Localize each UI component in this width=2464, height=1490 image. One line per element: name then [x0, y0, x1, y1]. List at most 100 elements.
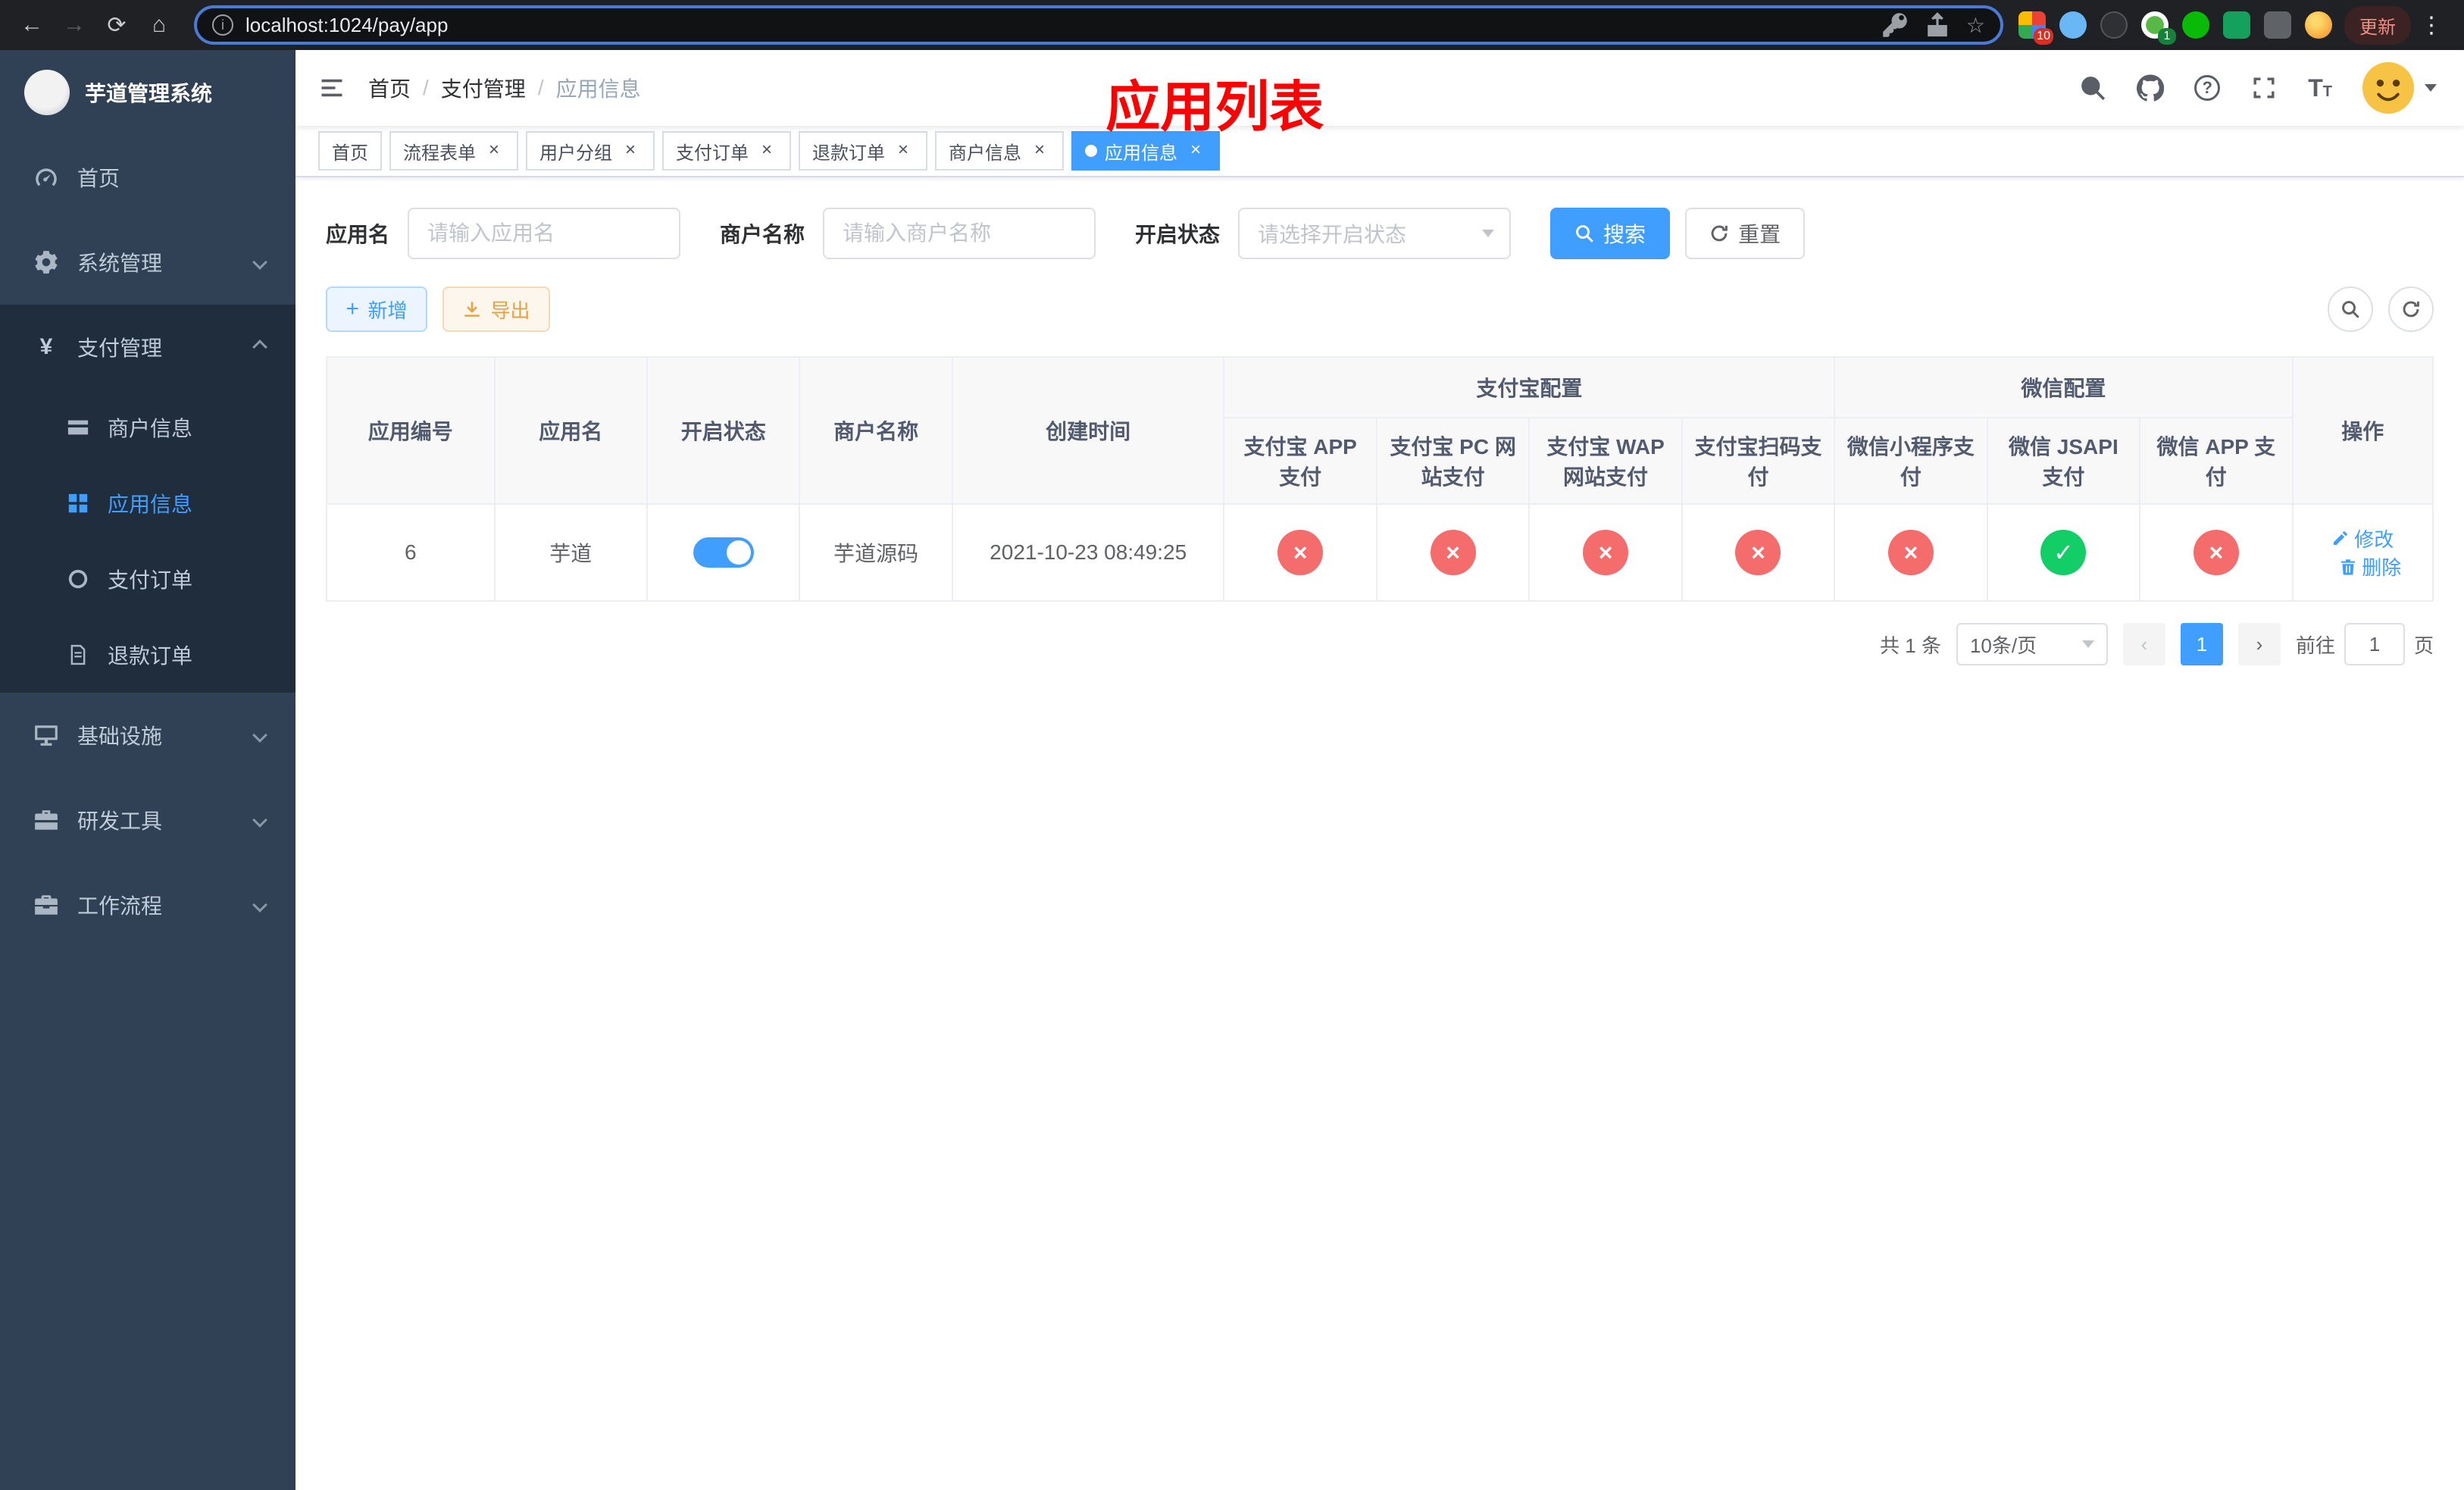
- add-button[interactable]: 新增: [326, 286, 427, 332]
- top-navbar: 首页 / 支付管理 / 应用信息 ? TT: [295, 50, 2464, 126]
- menu-label: 系统管理: [77, 252, 163, 275]
- document-icon: [67, 643, 89, 666]
- tab-merchant-info[interactable]: 商户信息: [935, 131, 1064, 171]
- extension-icon-3[interactable]: [2100, 11, 2128, 39]
- font-size-icon[interactable]: TT: [2308, 74, 2332, 102]
- hamburger-icon[interactable]: [295, 74, 368, 102]
- coin-icon: [67, 568, 89, 590]
- extension-icon-1[interactable]: 10: [2018, 11, 2053, 45]
- refresh-table-button[interactable]: [2388, 286, 2434, 332]
- sidebar-item-app-info[interactable]: 应用信息: [0, 465, 295, 541]
- sidebar-item-pay-orders[interactable]: 支付订单: [0, 541, 295, 617]
- edit-button[interactable]: 修改: [2331, 524, 2394, 552]
- prev-page-button[interactable]: ‹: [2122, 623, 2165, 665]
- merchant-name-label: 商户名称: [720, 223, 805, 246]
- reload-icon[interactable]: ⟳: [97, 5, 136, 45]
- app-logo[interactable]: 芋道管理系统: [0, 50, 295, 135]
- wx-jsapi-status-icon: [2040, 530, 2087, 575]
- export-button[interactable]: 导出: [442, 286, 550, 332]
- breadcrumb-home[interactable]: 首页: [368, 73, 411, 103]
- browser-profile-icon[interactable]: [2305, 11, 2332, 39]
- app-name-input[interactable]: [408, 208, 681, 259]
- col-alipay-wap: 支付宝 WAP 网站支付: [1528, 417, 1683, 505]
- col-alipay-pc: 支付宝 PC 网站支付: [1375, 417, 1531, 505]
- sidebar-item-merchant-info[interactable]: 商户信息: [0, 390, 295, 465]
- delete-button[interactable]: 删除: [2339, 552, 2401, 581]
- password-key-icon[interactable]: [1881, 11, 1909, 39]
- status-toggle[interactable]: [693, 537, 754, 568]
- wx-mini-status-icon: [1887, 530, 1934, 575]
- goto-suffix: 页: [2413, 634, 2434, 657]
- search-icon[interactable]: [2079, 74, 2106, 102]
- chevron-up-icon: [252, 340, 267, 355]
- col-wx-mini: 微信小程序支付: [1834, 417, 1988, 505]
- cell-actions: 修改 删除: [2291, 503, 2434, 602]
- col-app-id: 应用编号: [326, 356, 496, 505]
- tab-user-group[interactable]: 用户分组: [526, 131, 655, 171]
- sidebar-item-infrastructure[interactable]: 基础设施: [0, 693, 295, 778]
- extensions-area: 10 1: [2018, 11, 2332, 45]
- app-name-label: 应用名: [326, 223, 390, 246]
- page-size-value: 10条/页: [1969, 634, 2037, 657]
- page-1-button[interactable]: 1: [2180, 623, 2223, 665]
- page-size-select[interactable]: 10条/页: [1956, 623, 2108, 665]
- tab-process-form[interactable]: 流程表单: [389, 131, 518, 171]
- site-info-icon[interactable]: i: [212, 14, 233, 36]
- tab-close-icon[interactable]: [483, 140, 505, 161]
- toggle-search-button[interactable]: [2328, 286, 2373, 332]
- chevron-down-icon: [252, 897, 267, 912]
- sidebar-item-refund-orders[interactable]: 退款订单: [0, 617, 295, 693]
- sidebar-item-dev-tools[interactable]: 研发工具: [0, 778, 295, 862]
- extension-icon-4[interactable]: 1: [2141, 11, 2176, 45]
- menu-label: 基础设施: [77, 725, 163, 748]
- chevron-down-icon: [2425, 84, 2437, 92]
- search-button[interactable]: 搜索: [1550, 208, 1671, 259]
- extension-icon-5[interactable]: [2182, 11, 2209, 39]
- tab-close-icon[interactable]: [1029, 140, 1050, 161]
- sidebar-item-home[interactable]: 首页: [0, 135, 295, 220]
- tab-label: 首页: [332, 142, 368, 164]
- update-button[interactable]: 更新: [2344, 5, 2411, 45]
- sidebar-item-payment[interactable]: ¥ 支付管理: [0, 305, 295, 390]
- url-bar[interactable]: i localhost:1024/pay/app ☆: [194, 5, 2003, 45]
- monitor-icon: [33, 722, 59, 748]
- alipay-wap-status-icon: [1583, 530, 1629, 575]
- bookmark-star-icon[interactable]: ☆: [1966, 13, 1985, 38]
- col-alipay-app: 支付宝 APP 支付: [1223, 417, 1377, 505]
- puzzle-extensions-icon[interactable]: [2264, 11, 2291, 39]
- merchant-name-input[interactable]: [823, 208, 1096, 259]
- briefcase-icon: [33, 892, 59, 918]
- goto-page-input[interactable]: [2344, 623, 2405, 665]
- goto-prefix: 前往: [2295, 634, 2335, 657]
- extension-icon-6[interactable]: [2223, 11, 2250, 39]
- tab-home[interactable]: 首页: [318, 131, 382, 171]
- sidebar-item-workflow[interactable]: 工作流程: [0, 862, 295, 947]
- user-menu[interactable]: [2362, 62, 2437, 114]
- app-title: 芋道管理系统: [85, 82, 213, 105]
- back-icon[interactable]: ←: [12, 5, 52, 45]
- share-icon[interactable]: [1924, 11, 1951, 39]
- sidebar-item-system[interactable]: 系统管理: [0, 220, 295, 305]
- breadcrumb-current: 应用信息: [555, 77, 641, 101]
- tab-close-icon[interactable]: [756, 140, 777, 161]
- tab-refund-orders[interactable]: 退款订单: [799, 131, 927, 171]
- next-page-button[interactable]: ›: [2237, 623, 2281, 665]
- tab-close-icon[interactable]: [893, 140, 914, 161]
- sidebar-menu: 首页 系统管理 ¥ 支付管理 商户信息 应用信息 支付订单 退款订单 基础设施 …: [0, 135, 295, 947]
- col-actions: 操作: [2291, 356, 2434, 505]
- cell-app-id: 6: [326, 503, 496, 602]
- home-icon[interactable]: ⌂: [139, 5, 179, 45]
- browser-menu-icon[interactable]: ⋮: [2411, 12, 2452, 39]
- edit-label: 修改: [2354, 527, 2394, 551]
- tab-pay-orders[interactable]: 支付订单: [662, 131, 791, 171]
- help-icon[interactable]: ?: [2194, 75, 2221, 101]
- forward-icon[interactable]: →: [55, 5, 94, 45]
- tab-close-icon[interactable]: [620, 140, 641, 161]
- reset-button[interactable]: 重置: [1685, 208, 1806, 259]
- github-icon[interactable]: [2137, 74, 2165, 102]
- tab-close-icon[interactable]: [1185, 140, 1206, 161]
- status-select[interactable]: 请选择开启状态: [1238, 208, 1512, 259]
- extension-icon-2[interactable]: [2059, 11, 2087, 39]
- fullscreen-icon[interactable]: [2250, 74, 2278, 102]
- breadcrumb-payment[interactable]: 支付管理: [441, 73, 526, 103]
